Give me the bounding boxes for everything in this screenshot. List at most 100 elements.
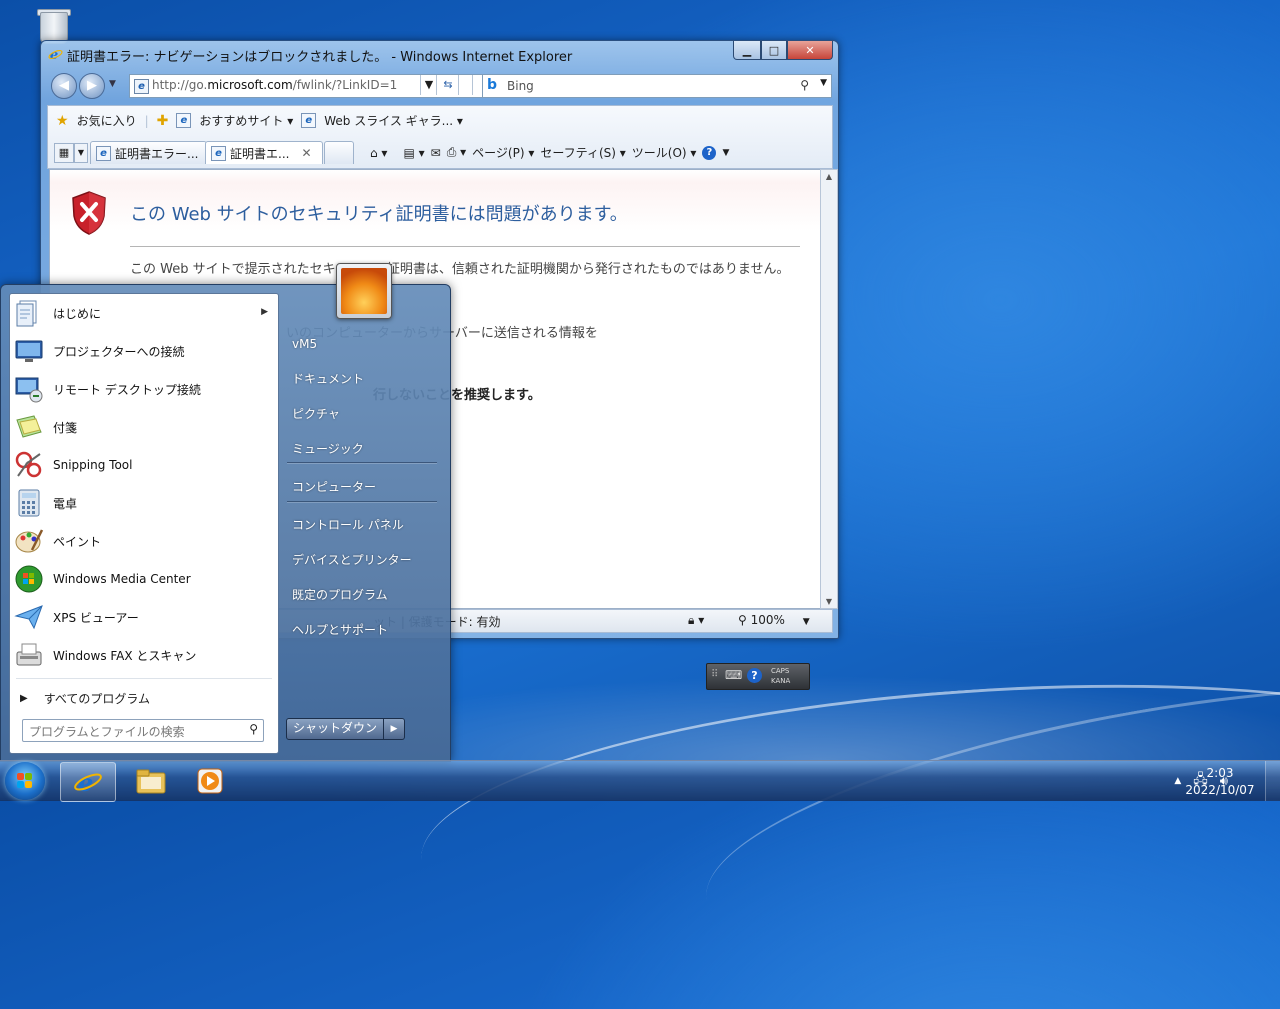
paint-icon (15, 529, 44, 553)
address-text[interactable]: http://go.microsoft.com/fwlink/?LinkID=1 (152, 78, 417, 92)
taskbar: e ▲ 🖧︎ 🔊︎ 2:03 2022/10/07 (0, 760, 1280, 802)
close-button[interactable]: ✕ (787, 41, 833, 60)
all-programs-button[interactable]: ▶ すべてのプログラム (10, 684, 278, 712)
forward-button[interactable]: ▶ (79, 73, 105, 99)
start-menu-link[interactable]: ミュージック (284, 434, 440, 464)
refresh-icon[interactable] (458, 75, 473, 95)
start-search-input[interactable]: プログラムとファイルの検索 ⚲ (22, 719, 264, 742)
start-menu-item[interactable]: ペイント (10, 522, 278, 560)
tab-list-dropdown-icon[interactable]: ▼ (74, 143, 88, 163)
start-menu-link[interactable]: ドキュメント (284, 364, 440, 394)
tab-certificate-error-1[interactable]: e 証明書エラー... (90, 141, 207, 164)
vertical-scrollbar[interactable]: ▲ ▼ (820, 169, 838, 609)
user-picture[interactable] (336, 263, 392, 319)
search-icon[interactable]: ⚲ (800, 78, 809, 92)
start-menu-link[interactable]: 既定のプログラム (284, 580, 440, 610)
print-icon[interactable]: ⎙ ▾ (447, 145, 466, 160)
start-menu-item[interactable]: Windows Media Center (10, 560, 278, 598)
ie-logo-icon: e (48, 48, 63, 62)
back-button[interactable]: ◀ (51, 73, 77, 99)
new-tab-button[interactable] (324, 141, 354, 164)
start-menu-item-label: 電卓 (53, 496, 78, 511)
fax-scan-icon (16, 643, 42, 666)
page-menu[interactable]: ページ(P) ▾ (472, 144, 534, 161)
start-menu-link[interactable]: ピクチャ (284, 399, 440, 429)
search-box[interactable]: b Bing ⚲ ▼ (482, 74, 832, 98)
media-center-icon (15, 565, 43, 593)
start-menu-link[interactable]: デバイスとプリンター (284, 545, 440, 575)
favorites-star-icon: ★ (56, 112, 69, 129)
favorites-button[interactable]: お気に入り (77, 112, 137, 129)
projector-icon (15, 340, 43, 362)
tools-menu[interactable]: ツール(O) ▾ (632, 144, 697, 161)
start-menu-item[interactable]: Snipping Tool (10, 446, 278, 484)
scroll-up-icon[interactable]: ▲ (821, 172, 837, 181)
divider (130, 246, 800, 247)
svg-text:e: e (78, 768, 93, 797)
security-status-icon[interactable]: 🔒︎ ▾ (688, 613, 704, 628)
page-icon: e (134, 79, 149, 94)
start-menu-link[interactable]: コンピューター (284, 472, 440, 502)
system-clock[interactable]: 2:03 2022/10/07 (1178, 765, 1262, 799)
getting-started-icon (16, 300, 37, 327)
start-menu-item[interactable]: 付箋 (10, 408, 278, 446)
tab-row: ▦ ▼ e 証明書エラー... e 証明書エ... ✕ ⌂ ▾ ▤ ▾ ✉ ⎙ ▾ ペ… (52, 139, 832, 165)
minimize-button[interactable]: ▁ (733, 41, 761, 60)
quick-tabs-icon[interactable]: ▦ (54, 143, 74, 163)
ime-language-bar[interactable]: ⠿ ⌨ ? CAPS KANA (706, 663, 810, 690)
start-menu-item[interactable]: XPS ビューアー (10, 598, 278, 636)
zoom-level[interactable]: ⚲ 100% ▼ (738, 613, 810, 627)
address-bar[interactable]: e http://go.microsoft.com/fwlink/?LinkID… (129, 74, 501, 98)
web-slice-gallery-button[interactable]: Web スライス ギャラ... ▾ (324, 112, 463, 129)
mail-icon[interactable]: ✉ (431, 146, 441, 160)
address-dropdown-button[interactable]: ▼ (420, 75, 437, 95)
xps-viewer-icon (14, 605, 43, 630)
shutdown-button[interactable]: シャットダウン (286, 718, 384, 740)
start-menu-item[interactable]: 電卓 (10, 484, 278, 522)
start-menu-programs-pane: はじめに ▶ プロジェクターへの接続 リモート デスクトップ接続 付箋 Snipping … (9, 293, 279, 754)
start-menu-link[interactable]: vM5 (284, 329, 440, 359)
remote-desktop-icon (15, 377, 43, 403)
home-icon[interactable]: ⌂ ▾ (370, 146, 387, 160)
taskbar-internet-explorer[interactable]: e (60, 762, 116, 802)
start-menu-link[interactable]: ヘルプとサポート (284, 615, 440, 645)
tab-certificate-error-2[interactable]: e 証明書エ... ✕ (205, 141, 323, 164)
ime-grip-icon[interactable]: ⠿ (711, 669, 718, 680)
help-icon[interactable]: ? (702, 145, 717, 160)
maximize-button[interactable]: □ (761, 41, 787, 60)
windows-logo-icon (17, 773, 33, 789)
submenu-arrow-icon: ▶ (261, 307, 268, 317)
snipping-tool-icon (15, 451, 42, 478)
start-menu-item[interactable]: はじめに ▶ (10, 294, 278, 332)
keyboard-icon[interactable]: ⌨ (725, 668, 742, 682)
search-icon[interactable]: ⚲ (249, 722, 258, 736)
history-dropdown-icon[interactable]: ▼ (109, 79, 116, 89)
media-player-icon (197, 768, 223, 794)
favorites-bar: ★ お気に入り | ✚ e おすすめサイト ▾ e Web スライス ギャラ..… (56, 112, 463, 129)
start-menu-item[interactable]: リモート デスクトップ接続 (10, 370, 278, 408)
shutdown-options-button[interactable]: ▶ (384, 718, 405, 740)
start-menu-item[interactable]: プロジェクターへの接続 (10, 332, 278, 370)
start-menu-separator (287, 462, 437, 464)
start-menu-item-label: Snipping Tool (53, 458, 133, 472)
tab-page-icon: e (96, 145, 111, 161)
suggested-sites-button[interactable]: おすすめサイト ▾ (199, 112, 293, 129)
safety-menu[interactable]: セーフティ(S) ▾ (540, 144, 625, 161)
shutdown-controls: シャットダウン ▶ (286, 718, 405, 740)
ime-mode-indicator: CAPS KANA (771, 667, 791, 685)
compatibility-view-icon[interactable]: ⇆ (436, 75, 459, 95)
ime-help-icon[interactable]: ? (747, 668, 762, 683)
feeds-icon[interactable]: ▤ ▾ (403, 146, 424, 160)
show-desktop-button[interactable] (1265, 761, 1280, 801)
window-title: 証明書エラー: ナビゲーションはブロックされました。 - Windows Int… (67, 50, 573, 65)
tab-close-icon[interactable]: ✕ (301, 146, 311, 160)
taskbar-explorer[interactable] (124, 762, 178, 800)
search-options-icon[interactable]: ▼ (820, 78, 827, 88)
start-menu-link[interactable]: コントロール パネル (284, 510, 440, 540)
scroll-down-icon[interactable]: ▼ (821, 597, 837, 606)
start-button[interactable] (5, 762, 45, 800)
taskbar-media-player[interactable] (184, 762, 238, 800)
start-menu-item[interactable]: Windows FAX とスキャン (10, 636, 278, 674)
web-slice-icon: e (301, 113, 317, 128)
add-favorite-icon[interactable]: ✚ (157, 113, 169, 129)
